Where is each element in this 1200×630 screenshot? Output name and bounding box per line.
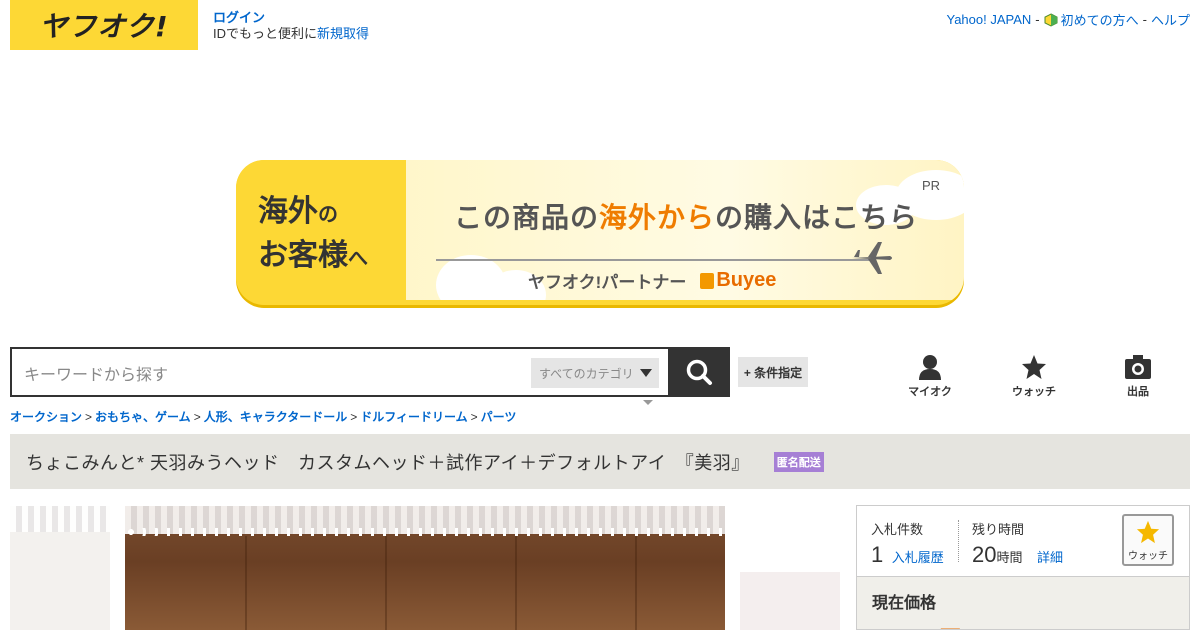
banner-headline: この商品の海外からの購入はこちら (454, 196, 918, 236)
bid-count-label: 入札件数 (871, 522, 924, 537)
banner-left-line1-suffix: の (318, 204, 338, 226)
banner-flight-line (436, 259, 876, 261)
top-link-separator: - (1035, 12, 1040, 27)
user-icon (919, 355, 941, 380)
quick-link-label: ウォッチ (1012, 386, 1056, 398)
current-price-label: 現在価格 (872, 595, 937, 612)
logo-text: ヤフオク! (39, 10, 169, 43)
watch-button-label: ウォッチ (1128, 551, 1168, 562)
auction-info-panel: 入札件数 1 入札履歴 残り時間 20時間 詳細 ウォッチ 現在価格 30,00… (856, 505, 1190, 630)
buyee-logo: Buyee (700, 269, 776, 292)
banner-left-line2-suffix: へ (348, 248, 368, 270)
login-link[interactable]: ログイン (213, 10, 265, 25)
bid-count-section: 入札件数 1 入札履歴 (871, 519, 944, 568)
bid-history-link[interactable]: 入札履歴 (892, 550, 944, 565)
search-icon (686, 359, 712, 385)
buyee-bag-icon (700, 272, 715, 289)
quick-link-label: マイオク (908, 386, 952, 398)
star-icon (1136, 520, 1160, 544)
auction-status: 入札件数 1 入札履歴 残り時間 20時間 詳細 ウォッチ (857, 506, 1189, 576)
time-detail-link[interactable]: 詳細 (1037, 550, 1063, 565)
breadcrumb-separator: > (350, 410, 358, 424)
breadcrumb-item[interactable]: 人形、キャラクタードール (204, 410, 348, 424)
login-box: ログイン IDでもっと便利に新規取得 (213, 10, 369, 42)
quick-link-watch[interactable]: ウォッチ (1004, 354, 1064, 399)
breadcrumb-separator: > (193, 410, 201, 424)
chevron-down-icon (639, 369, 652, 377)
next-image-thumbnail[interactable] (740, 572, 840, 630)
banner-headline-suffix: の購入はこちら (715, 202, 919, 233)
pr-label: PR (921, 178, 940, 193)
banner-left-panel: 海外の お客様へ (236, 160, 406, 300)
banner-partner-label: ヤフオク!パートナー (528, 273, 687, 292)
expand-arrow-icon[interactable] (643, 400, 653, 405)
top-link-separator: - (1142, 12, 1147, 27)
price-section: 現在価格 30,000円 (857, 576, 1189, 629)
breadcrumb-separator: > (85, 410, 93, 424)
top-links: Yahoo! JAPAN - 初めての方へ - ヘルプ (946, 10, 1190, 29)
lace-decoration (125, 528, 725, 536)
time-remaining-section: 残り時間 20時間 詳細 (972, 519, 1063, 568)
item-title: ちょこみんと* 天羽みうヘッド カスタムヘッド＋試作アイ＋デフォルトアイ 『美羽… (26, 452, 750, 473)
hair-strand (515, 536, 517, 630)
breadcrumb-item[interactable]: パーツ (481, 410, 517, 424)
search-input[interactable]: キーワードから探す (24, 361, 168, 385)
time-remaining-label: 残り時間 (972, 522, 1025, 537)
divider (958, 520, 959, 562)
lace-decoration (10, 506, 110, 532)
category-select[interactable]: すべてのカテゴリ (531, 358, 659, 388)
bid-count-value: 1 (871, 542, 884, 567)
overseas-buyer-banner[interactable]: 海外の お客様へ PR この商品の海外からの購入はこちら ヤフオク!パートナー … (236, 160, 964, 305)
buyee-text: Buyee (716, 269, 777, 291)
quick-link-sell[interactable]: 出品 (1108, 354, 1168, 399)
category-select-value: すべてのカテゴリ (539, 366, 634, 381)
breadcrumb-item[interactable]: おもちゃ、ゲーム (95, 410, 191, 424)
hair-strand (635, 536, 637, 630)
main-product-image[interactable] (125, 506, 725, 630)
watch-button[interactable]: ウォッチ (1122, 514, 1174, 566)
breadcrumb-separator: > (470, 410, 478, 424)
beginner-link[interactable]: 初めての方へ (1061, 10, 1139, 29)
register-link[interactable]: 新規取得 (317, 26, 369, 41)
airplane-icon (852, 242, 892, 274)
camera-icon (1125, 355, 1151, 379)
banner-left-line1: 海外 (258, 195, 318, 228)
current-price-value: 30,000円 (872, 621, 961, 629)
quick-link-label: 出品 (1127, 386, 1149, 398)
yahuoku-logo[interactable]: ヤフオク! (10, 0, 198, 50)
login-sub-text: IDでもっと便利に (213, 26, 318, 41)
beginner-mark-icon (1044, 12, 1058, 27)
quick-link-myauc[interactable]: マイオク (900, 354, 960, 399)
help-link[interactable]: ヘルプ (1151, 10, 1190, 29)
hair-strand (245, 536, 247, 630)
search-bar: キーワードから探す すべてのカテゴリ (10, 347, 730, 397)
banner-headline-prefix: この商品の (454, 202, 600, 233)
anonymous-shipping-badge: 匿名配送 (773, 451, 824, 472)
breadcrumb-item[interactable]: ドルフィードリーム (360, 410, 467, 424)
yahoo-japan-link[interactable]: Yahoo! JAPAN (946, 12, 1031, 27)
prev-image-thumbnail[interactable] (10, 506, 110, 630)
hair-strand (385, 536, 387, 630)
header: ヤフオク! ログイン IDでもっと便利に新規取得 Yahoo! JAPAN - … (10, 0, 1190, 50)
breadcrumb: オークション > おもちゃ、ゲーム > 人形、キャラクタードール > ドルフィードリーム > パ… (10, 408, 516, 425)
banner-partner: ヤフオク!パートナー Buyee (528, 268, 776, 293)
time-remaining-value: 20 (972, 542, 997, 567)
item-title-bar: ちょこみんと* 天羽みうヘッド カスタムヘッド＋試作アイ＋デフォルトアイ 『美羽… (10, 434, 1190, 489)
star-icon (1022, 355, 1046, 379)
time-remaining-unit: 時間 (996, 550, 1023, 565)
condition-button[interactable]: + 条件指定 (738, 357, 808, 387)
search-button[interactable] (668, 347, 730, 397)
banner-headline-highlight: 海外から (599, 202, 716, 233)
breadcrumb-item[interactable]: オークション (10, 410, 82, 424)
banner-left-line2: お客様 (258, 239, 348, 272)
